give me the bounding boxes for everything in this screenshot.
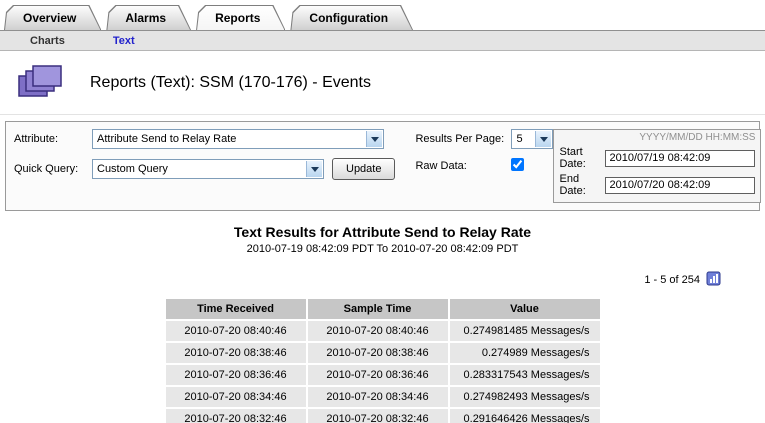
attribute-select-value: Attribute Send to Relay Rate xyxy=(97,133,236,145)
results-per-page-label: Results Per Page: xyxy=(415,133,511,145)
cell-time-received: 2010-07-20 08:32:46 xyxy=(166,409,306,423)
quick-query-select[interactable]: Custom Query xyxy=(92,159,324,179)
table-row: 2010-07-20 08:40:46 2010-07-20 08:40:46 … xyxy=(166,321,600,341)
tab-overview[interactable]: Overview xyxy=(4,5,101,30)
cell-sample-time: 2010-07-20 08:36:46 xyxy=(308,365,448,385)
date-range-box: YYYY/MM/DD HH:MM:SS Start Date: End Date… xyxy=(553,129,761,203)
subnav-bar: Charts Text xyxy=(0,30,765,51)
page-header: Reports (Text): SSM (170-176) - Events xyxy=(0,51,765,115)
cell-time-received: 2010-07-20 08:40:46 xyxy=(166,321,306,341)
raw-data-label: Raw Data: xyxy=(415,160,511,172)
update-button[interactable]: Update xyxy=(332,158,395,180)
results-subtitle: 2010-07-19 08:42:09 PDT To 2010-07-20 08… xyxy=(0,243,765,255)
results-title: Text Results for Attribute Send to Relay… xyxy=(0,224,765,240)
result-range-text: 1 - 5 of 254 xyxy=(644,274,700,286)
table-row: 2010-07-20 08:32:46 2010-07-20 08:32:46 … xyxy=(166,409,600,423)
quick-query-label: Quick Query: xyxy=(14,163,92,175)
cell-value: 0.274989 Messages/s xyxy=(450,343,600,363)
cell-time-received: 2010-07-20 08:36:46 xyxy=(166,365,306,385)
column-header-value: Value xyxy=(450,299,600,319)
dropdown-arrow-icon xyxy=(306,161,322,177)
query-middle-column: Results Per Page: 5 Raw Data: xyxy=(415,129,553,174)
end-date-input[interactable] xyxy=(605,177,755,194)
results-per-page-value: 5 xyxy=(516,133,522,145)
cell-value: 0.274982493 Messages/s xyxy=(450,387,600,407)
column-header-sample-time: Sample Time xyxy=(308,299,448,319)
cell-sample-time: 2010-07-20 08:40:46 xyxy=(308,321,448,341)
table-row: 2010-07-20 08:36:46 2010-07-20 08:36:46 … xyxy=(166,365,600,385)
raw-data-checkbox[interactable] xyxy=(511,158,524,171)
subnav-text[interactable]: Text xyxy=(113,35,135,47)
cell-value: 0.291646426 Messages/s xyxy=(450,409,600,423)
range-row: 1 - 5 of 254 xyxy=(0,271,721,289)
attribute-label: Attribute: xyxy=(14,133,92,145)
tab-configuration-label: Configuration xyxy=(309,11,388,25)
tab-alarms[interactable]: Alarms xyxy=(106,5,191,30)
start-date-label: Start Date: xyxy=(559,146,605,170)
dropdown-arrow-icon xyxy=(366,131,382,147)
tab-overview-label: Overview xyxy=(23,11,76,25)
export-report-icon[interactable] xyxy=(706,271,721,289)
cell-value: 0.274981485 Messages/s xyxy=(450,321,600,341)
page-title: Reports (Text): SSM (170-176) - Events xyxy=(90,74,371,92)
attribute-select[interactable]: Attribute Send to Relay Rate xyxy=(92,129,384,149)
tab-reports[interactable]: Reports xyxy=(196,5,285,30)
table-row: 2010-07-20 08:34:46 2010-07-20 08:34:46 … xyxy=(166,387,600,407)
table-header-row: Time Received Sample Time Value xyxy=(166,299,600,319)
cell-time-received: 2010-07-20 08:38:46 xyxy=(166,343,306,363)
start-date-input[interactable] xyxy=(605,150,755,167)
tab-configuration[interactable]: Configuration xyxy=(290,5,413,30)
dropdown-arrow-icon xyxy=(535,131,551,147)
cell-sample-time: 2010-07-20 08:34:46 xyxy=(308,387,448,407)
quick-query-select-value: Custom Query xyxy=(97,163,168,175)
column-header-time-received: Time Received xyxy=(166,299,306,319)
tab-alarms-label: Alarms xyxy=(125,11,166,25)
cell-sample-time: 2010-07-20 08:32:46 xyxy=(308,409,448,423)
cell-value: 0.283317543 Messages/s xyxy=(450,365,600,385)
end-date-label: End Date: xyxy=(559,173,605,197)
query-panel: Attribute: Attribute Send to Relay Rate … xyxy=(5,121,760,211)
tab-reports-label: Reports xyxy=(215,11,260,25)
subnav-charts[interactable]: Charts xyxy=(30,35,65,47)
cell-time-received: 2010-07-20 08:34:46 xyxy=(166,387,306,407)
tab-bar: Overview Alarms Reports Configuration xyxy=(0,0,765,30)
results-table: Time Received Sample Time Value 2010-07-… xyxy=(164,297,602,423)
query-left-column: Attribute: Attribute Send to Relay Rate … xyxy=(14,129,395,180)
date-format-hint: YYYY/MM/DD HH:MM:SS xyxy=(559,132,755,143)
reports-stack-icon xyxy=(18,64,64,102)
results-per-page-select[interactable]: 5 xyxy=(511,129,553,149)
cell-sample-time: 2010-07-20 08:38:46 xyxy=(308,343,448,363)
table-row: 2010-07-20 08:38:46 2010-07-20 08:38:46 … xyxy=(166,343,600,363)
